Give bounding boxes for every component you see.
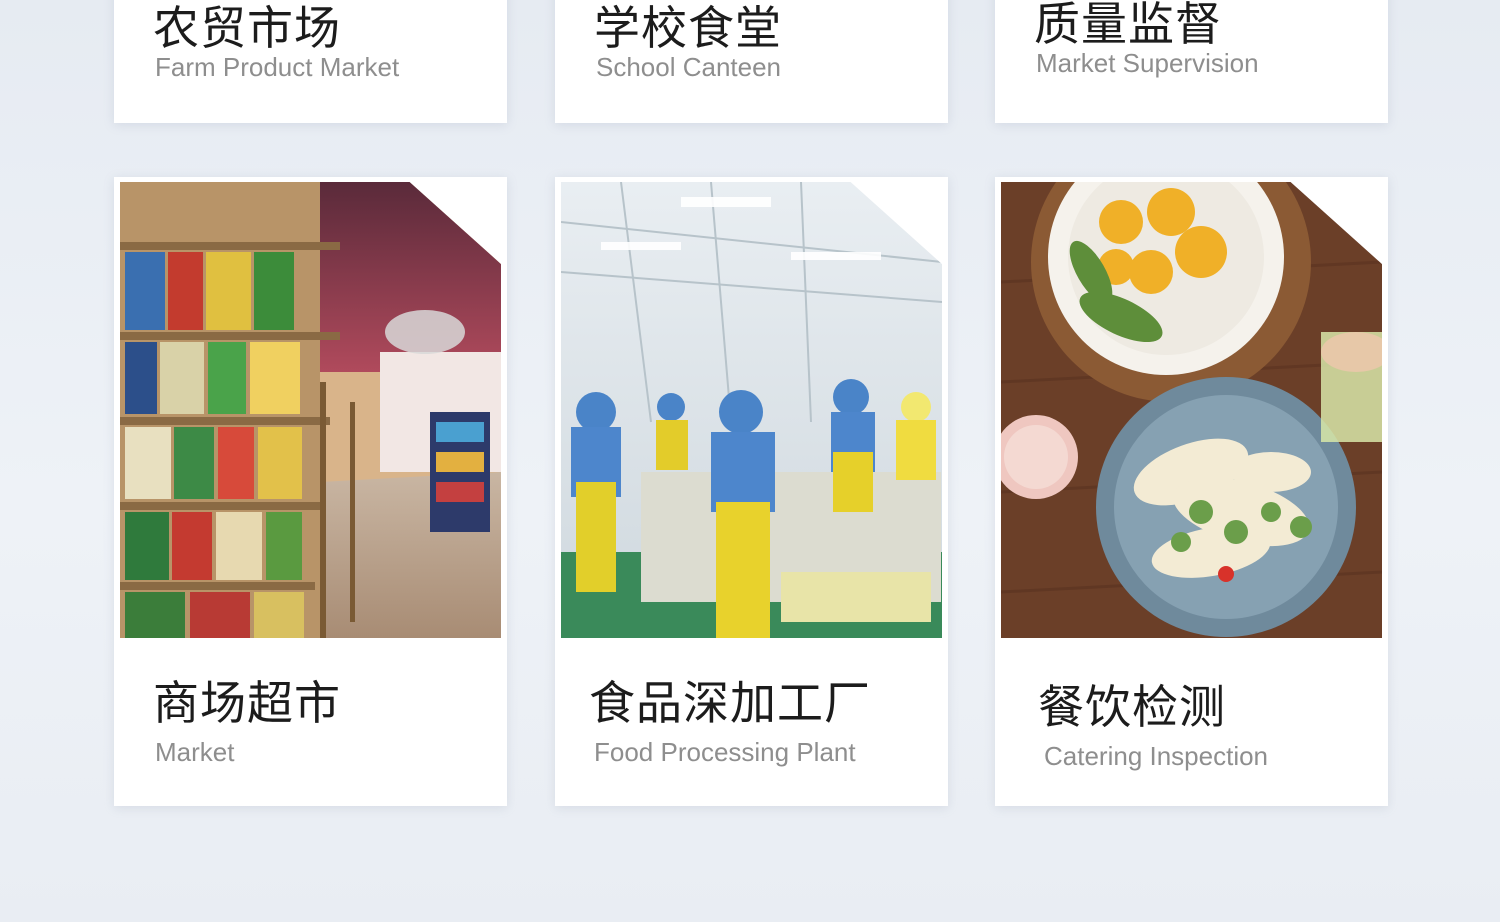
card-title: 食品深加工厂 bbox=[589, 676, 871, 730]
card-school-canteen[interactable]: 学校食堂 School Canteen bbox=[555, 0, 948, 123]
card-market-supervision[interactable]: 质量监督 Market Supervision bbox=[995, 0, 1388, 123]
supermarket-photo bbox=[120, 182, 501, 638]
card-food-processing-plant[interactable]: 食品深加工厂 Food Processing Plant bbox=[555, 177, 948, 806]
food-processing-plant-photo bbox=[561, 182, 942, 638]
card-catering-inspection[interactable]: 餐饮检测 Catering Inspection bbox=[995, 177, 1388, 806]
card-subtitle: Market Supervision bbox=[1036, 48, 1259, 78]
card-subtitle: Food Processing Plant bbox=[594, 737, 856, 767]
catering-inspection-photo bbox=[1001, 182, 1382, 638]
card-subtitle: Farm Product Market bbox=[155, 52, 400, 82]
card-subtitle: Catering Inspection bbox=[1044, 741, 1269, 771]
card-title: 农贸市场 bbox=[153, 1, 341, 55]
card-farm-product-market[interactable]: 农贸市场 Farm Product Market bbox=[114, 0, 507, 123]
card-title: 商场超市 bbox=[153, 676, 341, 730]
card-title: 质量监督 bbox=[1034, 0, 1222, 51]
card-subtitle: School Canteen bbox=[596, 52, 782, 82]
card-subtitle: Market bbox=[155, 737, 235, 767]
card-title: 餐饮检测 bbox=[1038, 680, 1226, 734]
card-supermarket[interactable]: 商场超市 Market bbox=[114, 177, 507, 806]
card-title: 学校食堂 bbox=[594, 1, 782, 55]
